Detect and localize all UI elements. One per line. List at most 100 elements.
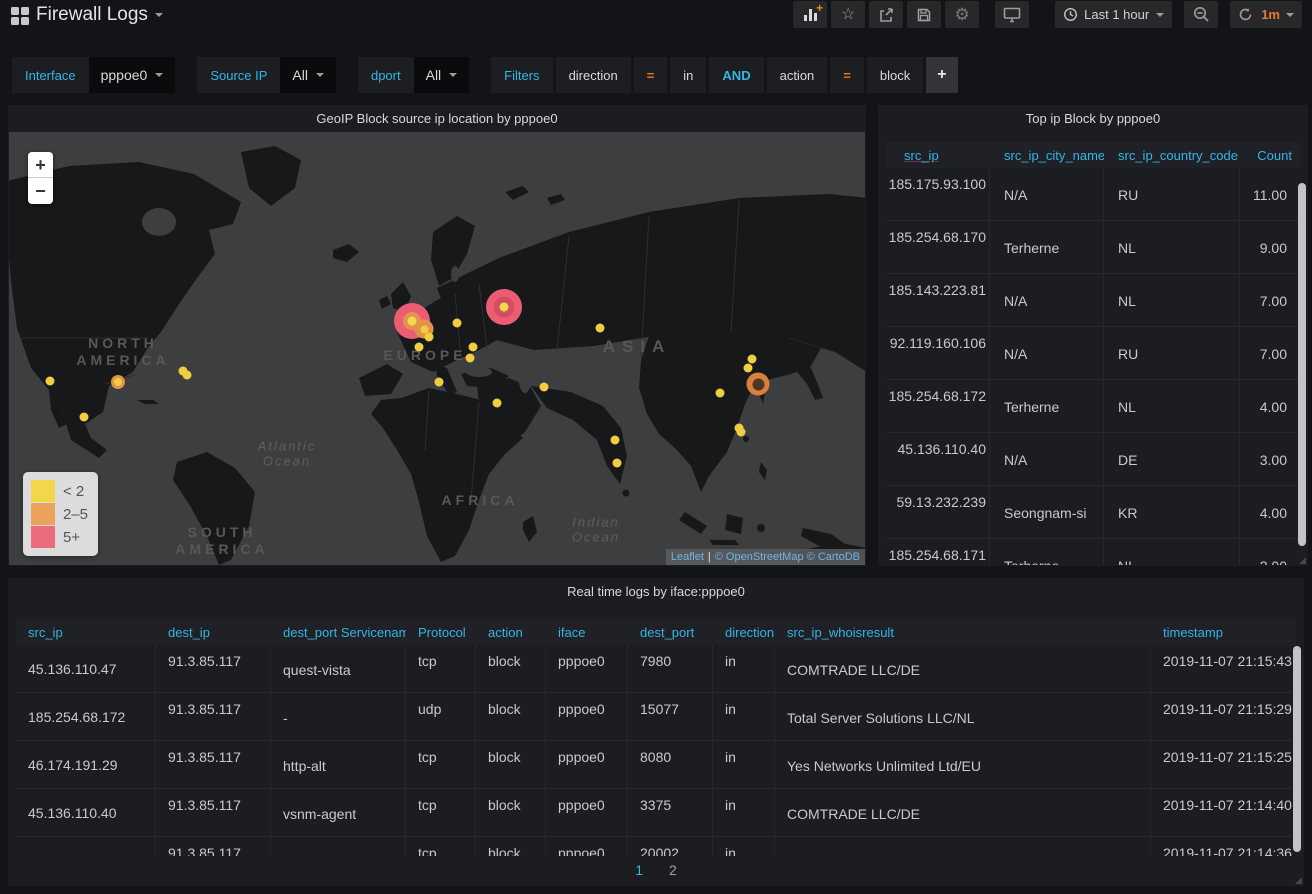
panel-resize-handle[interactable] [1299,557,1306,564]
table-cell: 185.254.68.172 [886,380,990,432]
refresh-picker[interactable]: 1m [1230,1,1302,28]
panel-resize-handle[interactable] [1295,877,1302,884]
adhoc-token-key[interactable]: action [767,57,828,93]
map-marker[interactable] [737,428,746,437]
map-marker[interactable] [425,333,434,342]
map-marker[interactable] [469,343,478,352]
map-marker[interactable] [486,289,522,325]
adhoc-token-op[interactable]: = [634,57,668,93]
table-cell: tcp [406,741,476,788]
time-range-picker[interactable]: Last 1 hour [1055,1,1172,28]
add-filter-button[interactable]: + [926,57,957,93]
table-cell: block [476,645,546,692]
top-ip-table-header: src_ipsrc_ip_city_namesrc_ip_country_cod… [886,142,1300,168]
top-ip-table-body: 185.175.93.100N/ARU11.00185.254.68.170Te… [886,168,1300,565]
zoom-out-button[interactable]: − [28,178,53,204]
adhoc-token-cond[interactable]: AND [709,57,763,93]
map-legend: < 22–55+ [23,472,98,556]
add-panel-button[interactable]: + [793,1,827,28]
cycle-view-mode-button[interactable] [995,1,1029,28]
table-cell: 185.254.68.171 [886,539,990,565]
column-header[interactable]: dest_port Servicename [271,625,406,640]
map-marker[interactable] [611,436,620,445]
table-row: 45.136.110.40N/ADE3.00 [886,433,1300,486]
save-icon [916,7,932,23]
leaflet-link[interactable]: Leaflet [671,551,704,563]
table-cell: DE [1104,433,1240,485]
column-header[interactable]: Protocol [406,625,476,640]
star-dashboard-button[interactable]: ☆ [831,1,865,28]
map-marker[interactable] [415,343,424,352]
share-dashboard-button[interactable] [869,1,903,28]
top-ip-panel-title[interactable]: Top ip Block by pppoe0 [878,105,1308,132]
page-2[interactable]: 2 [669,862,677,878]
column-header[interactable]: src_ip_city_name [990,148,1104,163]
top-ip-table: src_ipsrc_ip_city_namesrc_ip_country_cod… [886,142,1300,565]
map-marker[interactable] [183,371,192,380]
dashboard-title[interactable]: Firewall Logs [36,4,163,26]
variable-source-ip-value[interactable]: All [280,57,336,93]
table-cell: N/A [990,433,1104,485]
adhoc-token-value[interactable]: in [670,57,706,93]
map-marker[interactable] [596,324,605,333]
adhoc-token-value[interactable]: block [867,57,923,93]
table-cell: in [713,789,775,836]
map-canvas[interactable]: + − < 22–55+ Leaflet|© OpenStreetMap © C… [9,132,865,565]
column-header[interactable]: dest_ip [156,625,271,640]
column-header[interactable]: timestamp [1151,625,1296,640]
adhoc-token-op[interactable]: = [830,57,864,93]
table-cell: 8080 [628,741,713,788]
column-header[interactable]: Count [1240,148,1300,163]
logs-scrollbar[interactable] [1293,646,1301,852]
map-marker[interactable] [747,373,770,396]
table-cell: 7.00 [1240,274,1300,326]
table-cell: 91.3.85.117 [156,645,271,692]
osm-link[interactable]: © OpenStreetMap [715,551,804,563]
carto-link[interactable]: © CartoDB [807,551,860,563]
variable-interface-value[interactable]: pppoe0 [89,57,176,93]
page-1[interactable]: 1 [635,862,643,878]
map-marker[interactable] [80,413,89,422]
column-header[interactable]: iface [546,625,628,640]
zoom-out-time-button[interactable] [1184,1,1218,28]
grafana-logo-icon[interactable] [11,7,28,24]
map-marker[interactable] [748,355,757,364]
map-marker[interactable] [453,319,462,328]
column-header[interactable]: src_ip_country_code [1104,148,1240,163]
dashboard-settings-button[interactable]: ⚙ [945,1,979,28]
table-cell: 15077 [628,693,713,740]
map-marker[interactable] [613,459,622,468]
table-cell [775,837,1151,856]
table-cell: 11.00 [1240,168,1300,220]
column-header[interactable]: src_ip [886,148,990,163]
map-marker[interactable] [435,378,444,387]
variable-dport-label: dport [358,57,414,93]
top-ip-panel: Top ip Block by pppoe0 src_ipsrc_ip_city… [878,105,1308,566]
map-marker[interactable] [46,377,55,386]
top-ip-scrollbar[interactable] [1298,183,1306,546]
zoom-in-button[interactable]: + [28,152,53,178]
column-header[interactable]: src_ip_whoisresult [775,625,1151,640]
table-row: 45.136.110.4091.3.85.117vsnm-agenttcpblo… [16,789,1296,837]
map-marker[interactable] [716,389,725,398]
column-header[interactable]: direction [713,625,775,640]
logs-table-header: src_ipdest_ipdest_port ServicenameProtoc… [16,620,1296,645]
map-marker[interactable] [540,383,549,392]
map-marker[interactable] [466,354,475,363]
adhoc-token-key[interactable]: direction [556,57,631,93]
table-cell: 45.136.110.40 [16,789,156,836]
adhoc-token-list: direction=inANDaction=block [556,57,924,93]
realtime-logs-panel-title[interactable]: Real time logs by iface:pppoe0 [8,578,1304,605]
column-header[interactable]: action [476,625,546,640]
map-marker[interactable] [111,375,125,389]
variable-dport-value[interactable]: All [414,57,470,93]
column-header[interactable]: dest_port [628,625,713,640]
column-header[interactable]: src_ip [16,625,156,640]
save-dashboard-button[interactable] [907,1,941,28]
geoip-map-panel-title[interactable]: GeoIP Block source ip location by pppoe0 [8,105,866,132]
table-row: 91.3.85.117commtact-httptcpblockpppoe020… [16,837,1296,856]
table-cell: Terherne [990,539,1104,565]
table-cell: block [476,837,546,856]
map-marker[interactable] [493,399,502,408]
map-marker[interactable] [744,364,753,373]
